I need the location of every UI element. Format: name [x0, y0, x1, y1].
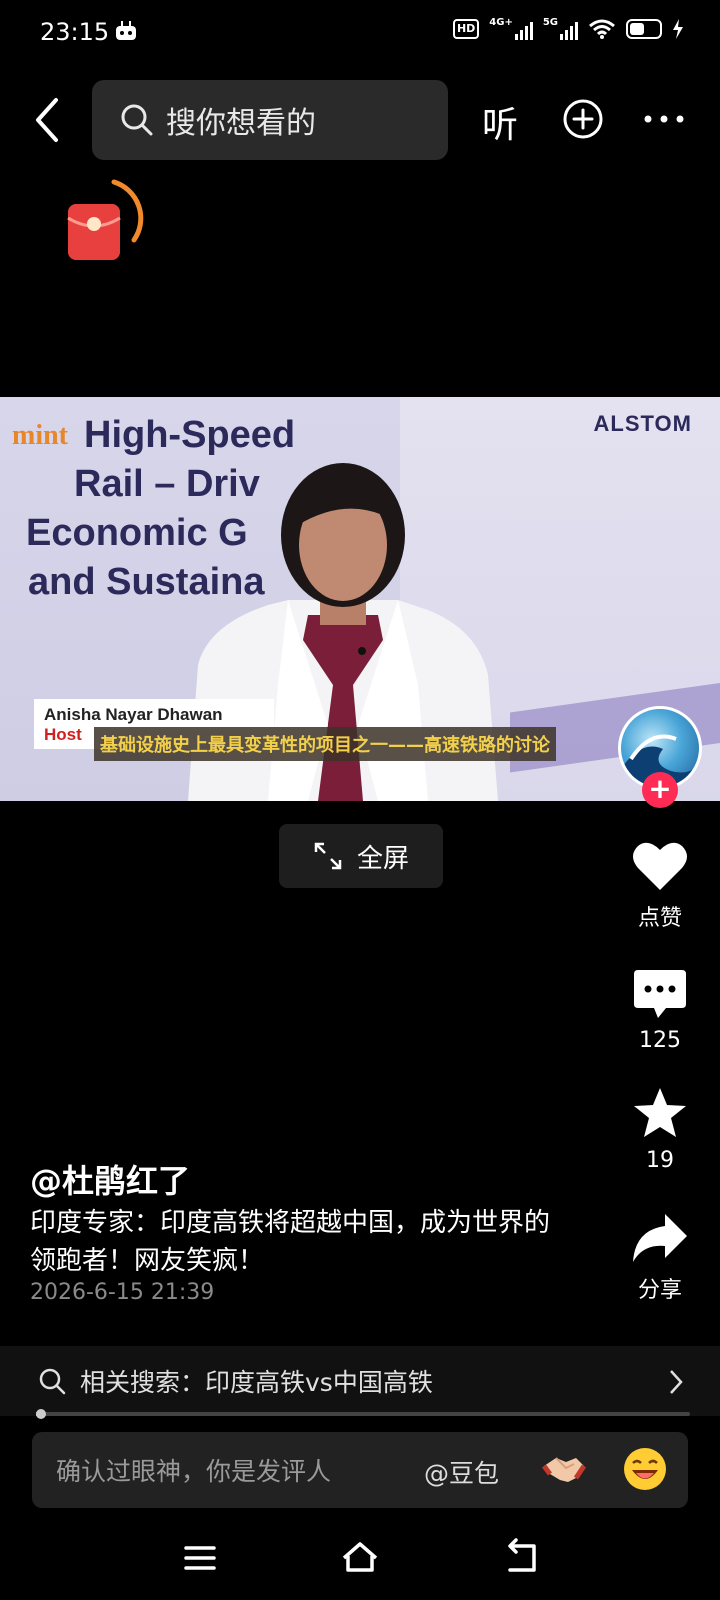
menu-icon[interactable]: [180, 1538, 220, 1578]
signal-icon-2: [560, 18, 578, 40]
follow-button[interactable]: +: [642, 772, 678, 808]
home-icon[interactable]: [340, 1538, 380, 1578]
video-progress-bar[interactable]: [36, 1409, 690, 1419]
related-search[interactable]: 相关搜索：印度高铁vs中国高铁: [0, 1346, 720, 1416]
status-time: 23:15: [40, 18, 110, 46]
video-player[interactable]: mint High-Speed Rail – Driv Economic G a…: [0, 397, 720, 801]
laughing-emoji-icon[interactable]: [622, 1446, 668, 1492]
search-input[interactable]: 搜你想看的: [92, 80, 448, 160]
bot-icon: [116, 21, 136, 40]
network-label: 4G+: [489, 17, 513, 28]
share-icon: [633, 1214, 687, 1262]
progress-handle[interactable]: [36, 1409, 46, 1419]
red-packet-icon[interactable]: [64, 178, 144, 268]
fullscreen-button[interactable]: 全屏: [279, 824, 443, 888]
expand-icon: [314, 842, 342, 870]
mint-logo: mint: [12, 420, 68, 451]
comment-input[interactable]: 确认过眼神，你是发评人 @豆包: [32, 1432, 688, 1508]
favorite-button[interactable]: 19: [610, 1086, 710, 1173]
hd-badge: HD: [452, 19, 480, 39]
network-label-2: 5G: [542, 17, 558, 28]
like-button[interactable]: 点赞: [610, 840, 710, 932]
search-icon: [121, 104, 153, 136]
video-subtitle: 基础设施史上最具变革性的项目之一——高速铁路的讨论: [94, 727, 556, 761]
like-label: 点赞: [637, 906, 682, 931]
system-nav-bar: [0, 1520, 720, 1600]
post-description: 印度专家：印度高铁将超越中国，成为世界的领跑者！网友笑疯！: [30, 1208, 551, 1276]
add-circle-button[interactable]: [562, 98, 604, 140]
share-label: 分享: [637, 1278, 682, 1303]
listen-button[interactable]: 听: [482, 96, 518, 148]
search-icon: [39, 1368, 66, 1395]
search-placeholder: 搜你想看的: [166, 106, 316, 141]
comment-icon: [634, 970, 686, 1018]
star-icon: [634, 1088, 686, 1137]
presenter-role: Host: [44, 725, 82, 744]
favorite-count: 19: [646, 1148, 674, 1173]
comment-button[interactable]: 125: [610, 968, 710, 1053]
charging-icon: [673, 19, 683, 39]
status-bar: 23:15 HD 4G+ 5G: [0, 0, 720, 66]
author-handle[interactable]: @杜鹃红了: [30, 1156, 190, 1202]
more-icon[interactable]: [642, 106, 686, 132]
heart-icon: [633, 842, 687, 890]
handshake-icon[interactable]: [540, 1446, 588, 1494]
post-date: 2026-6-15 21:39: [30, 1280, 215, 1305]
comment-count: 125: [639, 1028, 681, 1053]
wifi-icon: [589, 19, 615, 39]
presenter-name: Anisha Nayar Dhawan: [44, 705, 223, 724]
back-nav-icon[interactable]: [502, 1538, 542, 1578]
back-button[interactable]: [28, 94, 68, 146]
related-search-text: 相关搜索：印度高铁vs中国高铁: [80, 1368, 433, 1397]
chevron-right-icon: [670, 1370, 683, 1394]
fullscreen-label: 全屏: [356, 843, 409, 874]
mention-button[interactable]: @豆包: [424, 1454, 499, 1490]
comment-placeholder: 确认过眼神，你是发评人: [56, 1457, 332, 1486]
battery-icon: [626, 19, 662, 39]
share-button[interactable]: 分享: [610, 1212, 710, 1304]
sponsor-logo: ALSTOM: [593, 411, 692, 436]
signal-icon: [514, 18, 533, 40]
